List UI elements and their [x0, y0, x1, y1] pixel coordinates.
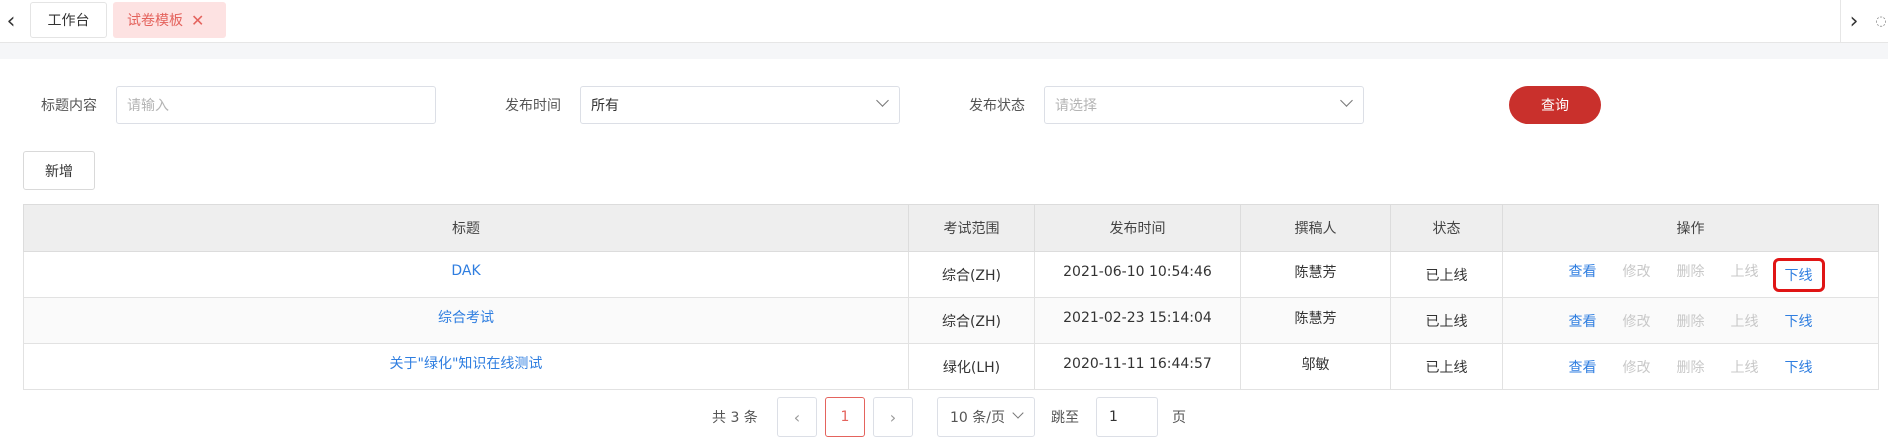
chevron-left-icon[interactable]: ‹ — [777, 397, 817, 437]
page-size-select[interactable]: 10 条/页 — [937, 397, 1035, 437]
edit-button: 修改 — [1622, 313, 1651, 330]
title-filter-label: 标题内容 — [41, 98, 97, 114]
row-scope: 绿化(LH) — [908, 343, 1035, 390]
row-status: 已上线 — [1390, 343, 1503, 390]
online-button: 上线 — [1730, 313, 1759, 330]
col-header-publish-time: 发布时间 — [1034, 204, 1241, 252]
chevron-right-icon[interactable]: › — [873, 397, 913, 437]
row-title-link[interactable]: DAK — [451, 263, 480, 279]
row-publish-time: 2020-11-11 16:44:57 — [1063, 355, 1212, 372]
offline-button[interactable]: 下线 — [1772, 311, 1826, 331]
row-title-link[interactable]: 关于"绿化"知识在线测试 — [390, 356, 543, 372]
more-icon[interactable]: ◌ — [1874, 0, 1888, 42]
close-icon[interactable]: ✕ — [191, 11, 204, 30]
publish-time-value: 所有 — [591, 98, 619, 114]
publish-status-select[interactable]: 请选择 — [1044, 86, 1364, 124]
tab-bar: ‹ 工作台 试卷模板 ✕ › ◌ — [0, 0, 1888, 43]
row-publish-time: 2021-02-23 15:14:04 — [1063, 309, 1212, 326]
col-header-actions: 操作 — [1502, 204, 1879, 252]
query-button[interactable]: 查询 — [1509, 86, 1601, 124]
tab-workbench-label: 工作台 — [47, 13, 90, 29]
jump-to-value: 1 — [1109, 409, 1118, 425]
row-status: 已上线 — [1390, 297, 1503, 344]
pagination-total: 共 3 条 — [712, 410, 758, 426]
view-button[interactable]: 查看 — [1556, 261, 1610, 289]
chevron-down-icon — [1340, 94, 1353, 107]
chevron-right-icon[interactable]: › — [1840, 0, 1867, 42]
col-header-status: 状态 — [1390, 204, 1503, 252]
row-scope: 综合(ZH) — [908, 251, 1035, 298]
row-scope: 综合(ZH) — [908, 297, 1035, 344]
delete-button: 删除 — [1676, 313, 1705, 330]
table-header-row: 标题 考试范围 发布时间 撰稿人 状态 操作 — [23, 204, 1879, 252]
online-button: 上线 — [1730, 359, 1759, 376]
row-author: 陈慧芳 — [1294, 264, 1337, 281]
offline-button[interactable]: 下线 — [1772, 357, 1826, 377]
view-button[interactable]: 查看 — [1556, 357, 1610, 377]
edit-button: 修改 — [1622, 263, 1651, 280]
chevron-down-icon — [1012, 407, 1024, 419]
edit-button: 修改 — [1622, 359, 1651, 376]
publish-time-label: 发布时间 — [505, 98, 561, 114]
tab-workbench[interactable]: 工作台 — [30, 2, 107, 38]
tab-exam-template-label: 试卷模板 — [127, 13, 183, 29]
chevron-left-icon[interactable]: ‹ — [0, 0, 22, 42]
col-header-scope: 考试范围 — [908, 204, 1035, 252]
page-size-value: 10 条/页 — [950, 410, 1005, 426]
row-author: 陈慧芳 — [1294, 310, 1337, 327]
add-button[interactable]: 新增 — [23, 151, 95, 190]
offline-button[interactable]: 下线 — [1772, 257, 1825, 292]
row-publish-time: 2021-06-10 10:54:46 — [1063, 263, 1212, 280]
publish-status-placeholder: 请选择 — [1055, 98, 1097, 114]
row-status: 已上线 — [1390, 251, 1503, 298]
page-unit-label: 页 — [1172, 410, 1186, 426]
table-row: 关于"绿化"知识在线测试 绿化(LH) 2020-11-11 16:44:57 … — [23, 343, 1879, 390]
table-row: DAK 综合(ZH) 2021-06-10 10:54:46 陈慧芳 已上线 查… — [23, 251, 1879, 298]
tab-exam-template[interactable]: 试卷模板 ✕ — [113, 2, 226, 38]
page-button-current[interactable]: 1 — [825, 397, 865, 437]
jump-to-label: 跳至 — [1051, 410, 1079, 426]
delete-button: 删除 — [1676, 263, 1705, 280]
exam-template-table: 标题 考试范围 发布时间 撰稿人 状态 操作 DAK 综合(ZH) 2021-0… — [23, 204, 1879, 390]
jump-to-input[interactable]: 1 — [1096, 397, 1158, 437]
title-search-input[interactable]: 请输入 — [116, 86, 436, 124]
title-search-placeholder: 请输入 — [127, 98, 169, 114]
chevron-down-icon — [876, 94, 889, 107]
table-row: 综合考试 综合(ZH) 2021-02-23 15:14:04 陈慧芳 已上线 … — [23, 297, 1879, 344]
row-title-link[interactable]: 综合考试 — [438, 310, 494, 326]
delete-button: 删除 — [1676, 359, 1705, 376]
col-header-author: 撰稿人 — [1240, 204, 1391, 252]
view-button[interactable]: 查看 — [1556, 311, 1610, 331]
row-author: 邬敏 — [1301, 356, 1330, 373]
content-divider — [0, 43, 1888, 59]
publish-status-label: 发布状态 — [969, 98, 1025, 114]
col-header-title: 标题 — [23, 204, 909, 252]
online-button: 上线 — [1730, 263, 1759, 280]
publish-time-select[interactable]: 所有 — [580, 86, 900, 124]
